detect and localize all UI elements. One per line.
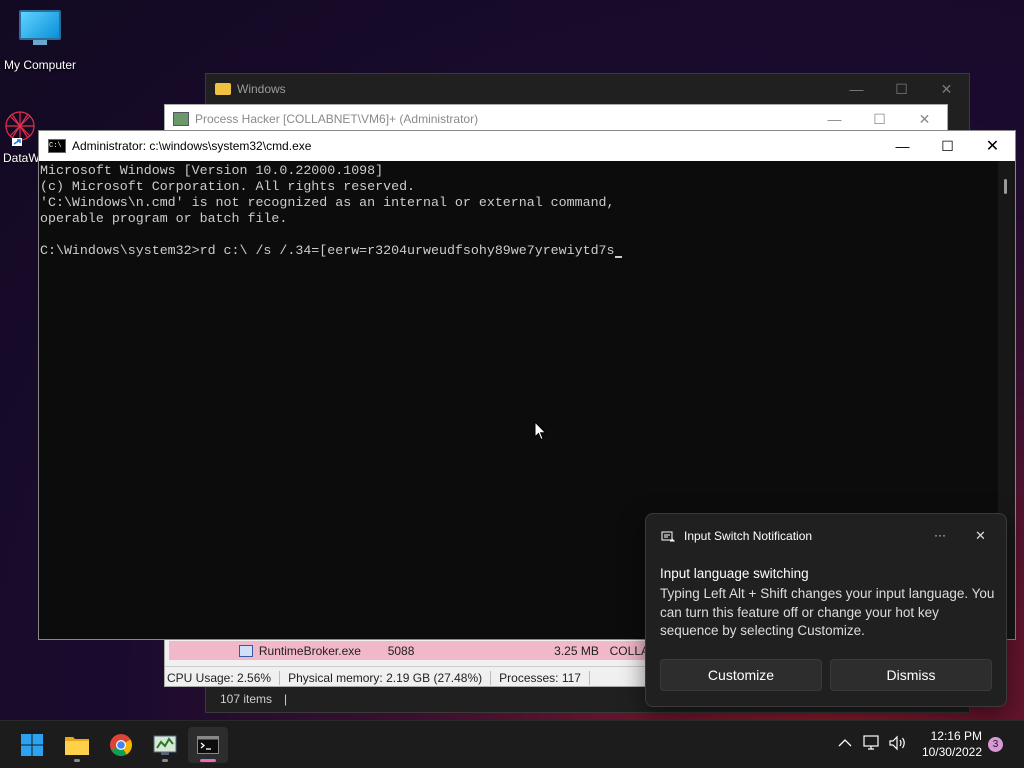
explorer-titlebar[interactable]: Windows — ☐ ✕: [206, 74, 969, 104]
process-user: COLLA: [609, 643, 649, 658]
process-hacker-icon: [173, 112, 189, 126]
taskbar-process-hacker[interactable]: [145, 727, 185, 763]
explorer-title: Windows: [237, 82, 286, 96]
close-button[interactable]: ✕: [924, 74, 969, 104]
desktop-icon-dataw[interactable]: DataW: [0, 106, 40, 165]
keyboard-switch-icon: [661, 531, 675, 542]
taskbar: 12:16 PM 10/30/2022 3: [0, 720, 1024, 768]
folder-icon: [215, 83, 231, 95]
status-separator: |: [284, 692, 288, 706]
more-options-button[interactable]: ···: [934, 528, 946, 542]
scrollbar-thumb[interactable]: [1004, 179, 1007, 194]
computer-icon: [19, 10, 61, 45]
taskbar-cmd[interactable]: [188, 727, 228, 763]
desktop-icon-my-computer[interactable]: My Computer: [0, 10, 80, 72]
close-button[interactable]: ✕: [975, 528, 986, 544]
notification-body: Typing Left Alt + Shift changes your inp…: [660, 586, 995, 638]
chrome-icon: [110, 734, 132, 756]
start-button[interactable]: [12, 727, 52, 763]
console-line: operable program or batch file.: [40, 211, 288, 226]
network-icon[interactable]: [863, 735, 881, 751]
notification-heading: Input language switching: [660, 566, 809, 581]
process-hacker-titlebar[interactable]: Process Hacker [COLLABNET\VM6]+ (Adminis…: [165, 105, 947, 133]
clock-time: 12:16 PM: [930, 729, 982, 743]
taskbar-file-explorer[interactable]: [57, 727, 97, 763]
maximize-button[interactable]: ☐: [879, 74, 924, 104]
dataw-app-icon: [5, 111, 35, 146]
process-hacker-icon: [153, 735, 177, 755]
process-name: RuntimeBroker.exe: [258, 643, 361, 658]
desktop-icon-label: My Computer: [3, 58, 77, 72]
desktop-icon-label: DataW: [3, 151, 40, 165]
clock-date: 10/30/2022: [921, 745, 982, 759]
cmd-titlebar[interactable]: C:\ Administrator: c:\windows\system32\c…: [39, 131, 1015, 161]
minimize-button[interactable]: —: [880, 131, 925, 161]
maximize-button[interactable]: ☐: [925, 131, 970, 161]
cmd-title: Administrator: c:\windows\system32\cmd.e…: [72, 139, 312, 153]
process-pid: 5088: [387, 643, 415, 658]
process-count: Processes: 117: [491, 671, 590, 685]
process-memory: 3.25 MB: [554, 643, 599, 658]
maximize-button[interactable]: ☐: [857, 105, 902, 133]
cpu-usage: CPU Usage: 2.56%: [167, 671, 281, 685]
clock[interactable]: 12:16 PM 10/30/2022: [910, 728, 982, 760]
cmd-icon: [197, 736, 219, 754]
notification-badge[interactable]: 3: [988, 737, 1003, 752]
volume-icon[interactable]: [888, 735, 908, 751]
notification-app-name: Input Switch Notification: [684, 529, 813, 543]
table-row[interactable]: RuntimeBroker.exe 5088 3.25 MB COLLA: [169, 641, 649, 660]
dismiss-button[interactable]: Dismiss: [830, 659, 992, 691]
console-line: 'C:\Windows\n.cmd' is not recognized as …: [40, 195, 615, 210]
minimize-button[interactable]: —: [834, 74, 879, 104]
chevron-up-icon[interactable]: [838, 738, 852, 748]
text-cursor: [614, 256, 622, 258]
file-explorer-icon: [65, 737, 89, 755]
customize-button[interactable]: Customize: [660, 659, 822, 691]
process-hacker-title: Process Hacker [COLLABNET\VM6]+ (Adminis…: [195, 112, 479, 126]
item-count: 107 items: [220, 692, 273, 706]
close-button[interactable]: ✕: [902, 105, 947, 133]
mouse-pointer-icon: [534, 421, 547, 441]
process-icon: [239, 644, 253, 657]
start-icon: [21, 734, 43, 756]
cmd-icon: C:\: [48, 139, 66, 153]
taskbar-chrome[interactable]: [101, 727, 141, 763]
console-input-line[interactable]: C:\Windows\system32>rd c:\ /s /.34=[eerw…: [40, 243, 615, 259]
input-switch-notification[interactable]: Input Switch Notification ··· ✕ Input la…: [645, 513, 1007, 707]
console-line: Microsoft Windows [Version 10.0.22000.10…: [40, 163, 384, 178]
console-line: (c) Microsoft Corporation. All rights re…: [40, 179, 416, 194]
minimize-button[interactable]: —: [812, 105, 857, 133]
physical-memory: Physical memory: 2.19 GB (27.48%): [280, 671, 492, 685]
close-button[interactable]: ✕: [970, 131, 1015, 161]
